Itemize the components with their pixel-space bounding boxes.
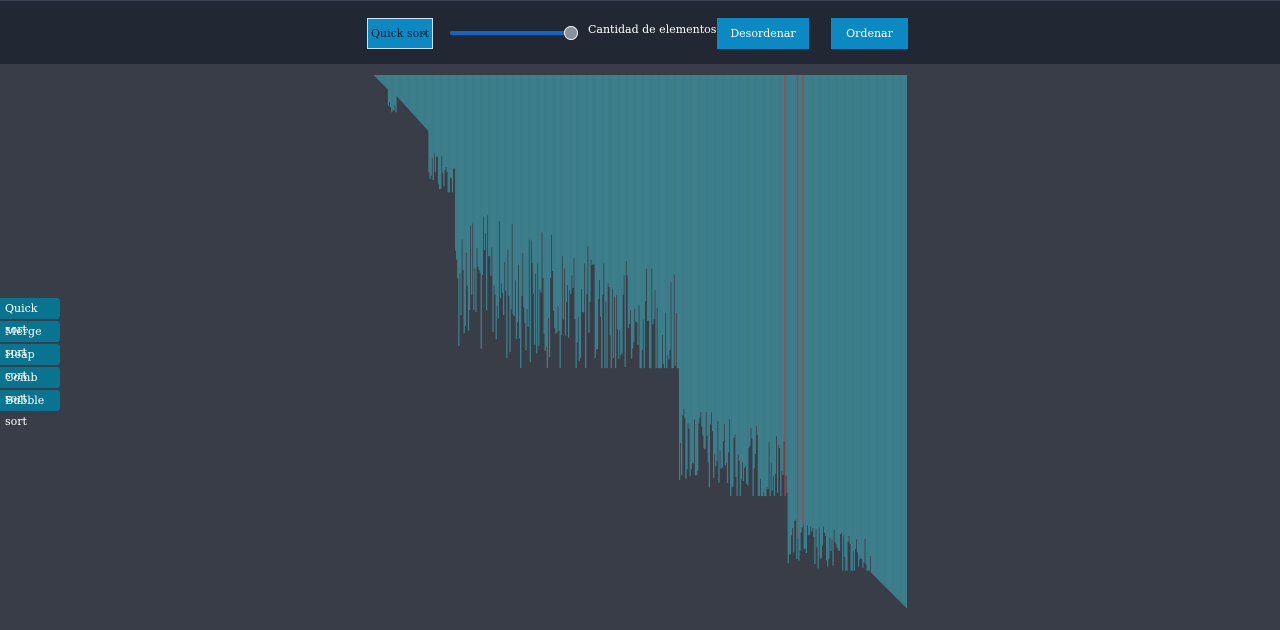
sidebar-item-quick-sort[interactable]: Quick sort xyxy=(0,298,60,336)
slider-track xyxy=(450,31,570,35)
shuffle-button[interactable]: Desordenar xyxy=(717,18,809,49)
bar xyxy=(905,75,907,608)
slider-thumb[interactable] xyxy=(564,26,578,40)
sidebar-item-heap-sort[interactable]: Heap sort xyxy=(0,344,60,382)
sorting-bars-chart xyxy=(374,75,907,608)
chevron-down-icon: ⌄ xyxy=(419,27,428,38)
element-count-slider[interactable] xyxy=(450,25,578,41)
shuffle-button-label: Desordenar xyxy=(730,27,796,40)
sidebar-item-merge-sort[interactable]: Merge sort xyxy=(0,321,60,359)
sort-button[interactable]: Ordenar xyxy=(831,18,908,49)
sidebar-item-comb-sort[interactable]: Comb sort xyxy=(0,367,60,405)
sort-button-label: Ordenar xyxy=(846,27,893,40)
algorithm-select[interactable]: Quick sort ⌄ xyxy=(367,18,433,49)
top-toolbar: Quick sort ⌄ Cantidad de elementos: 500 … xyxy=(0,0,1280,64)
algorithm-sidebar: Quick sort Merge sort Heap sort Comb sor… xyxy=(0,298,60,428)
sidebar-item-bubble-sort[interactable]: Bubble sort xyxy=(0,390,60,428)
